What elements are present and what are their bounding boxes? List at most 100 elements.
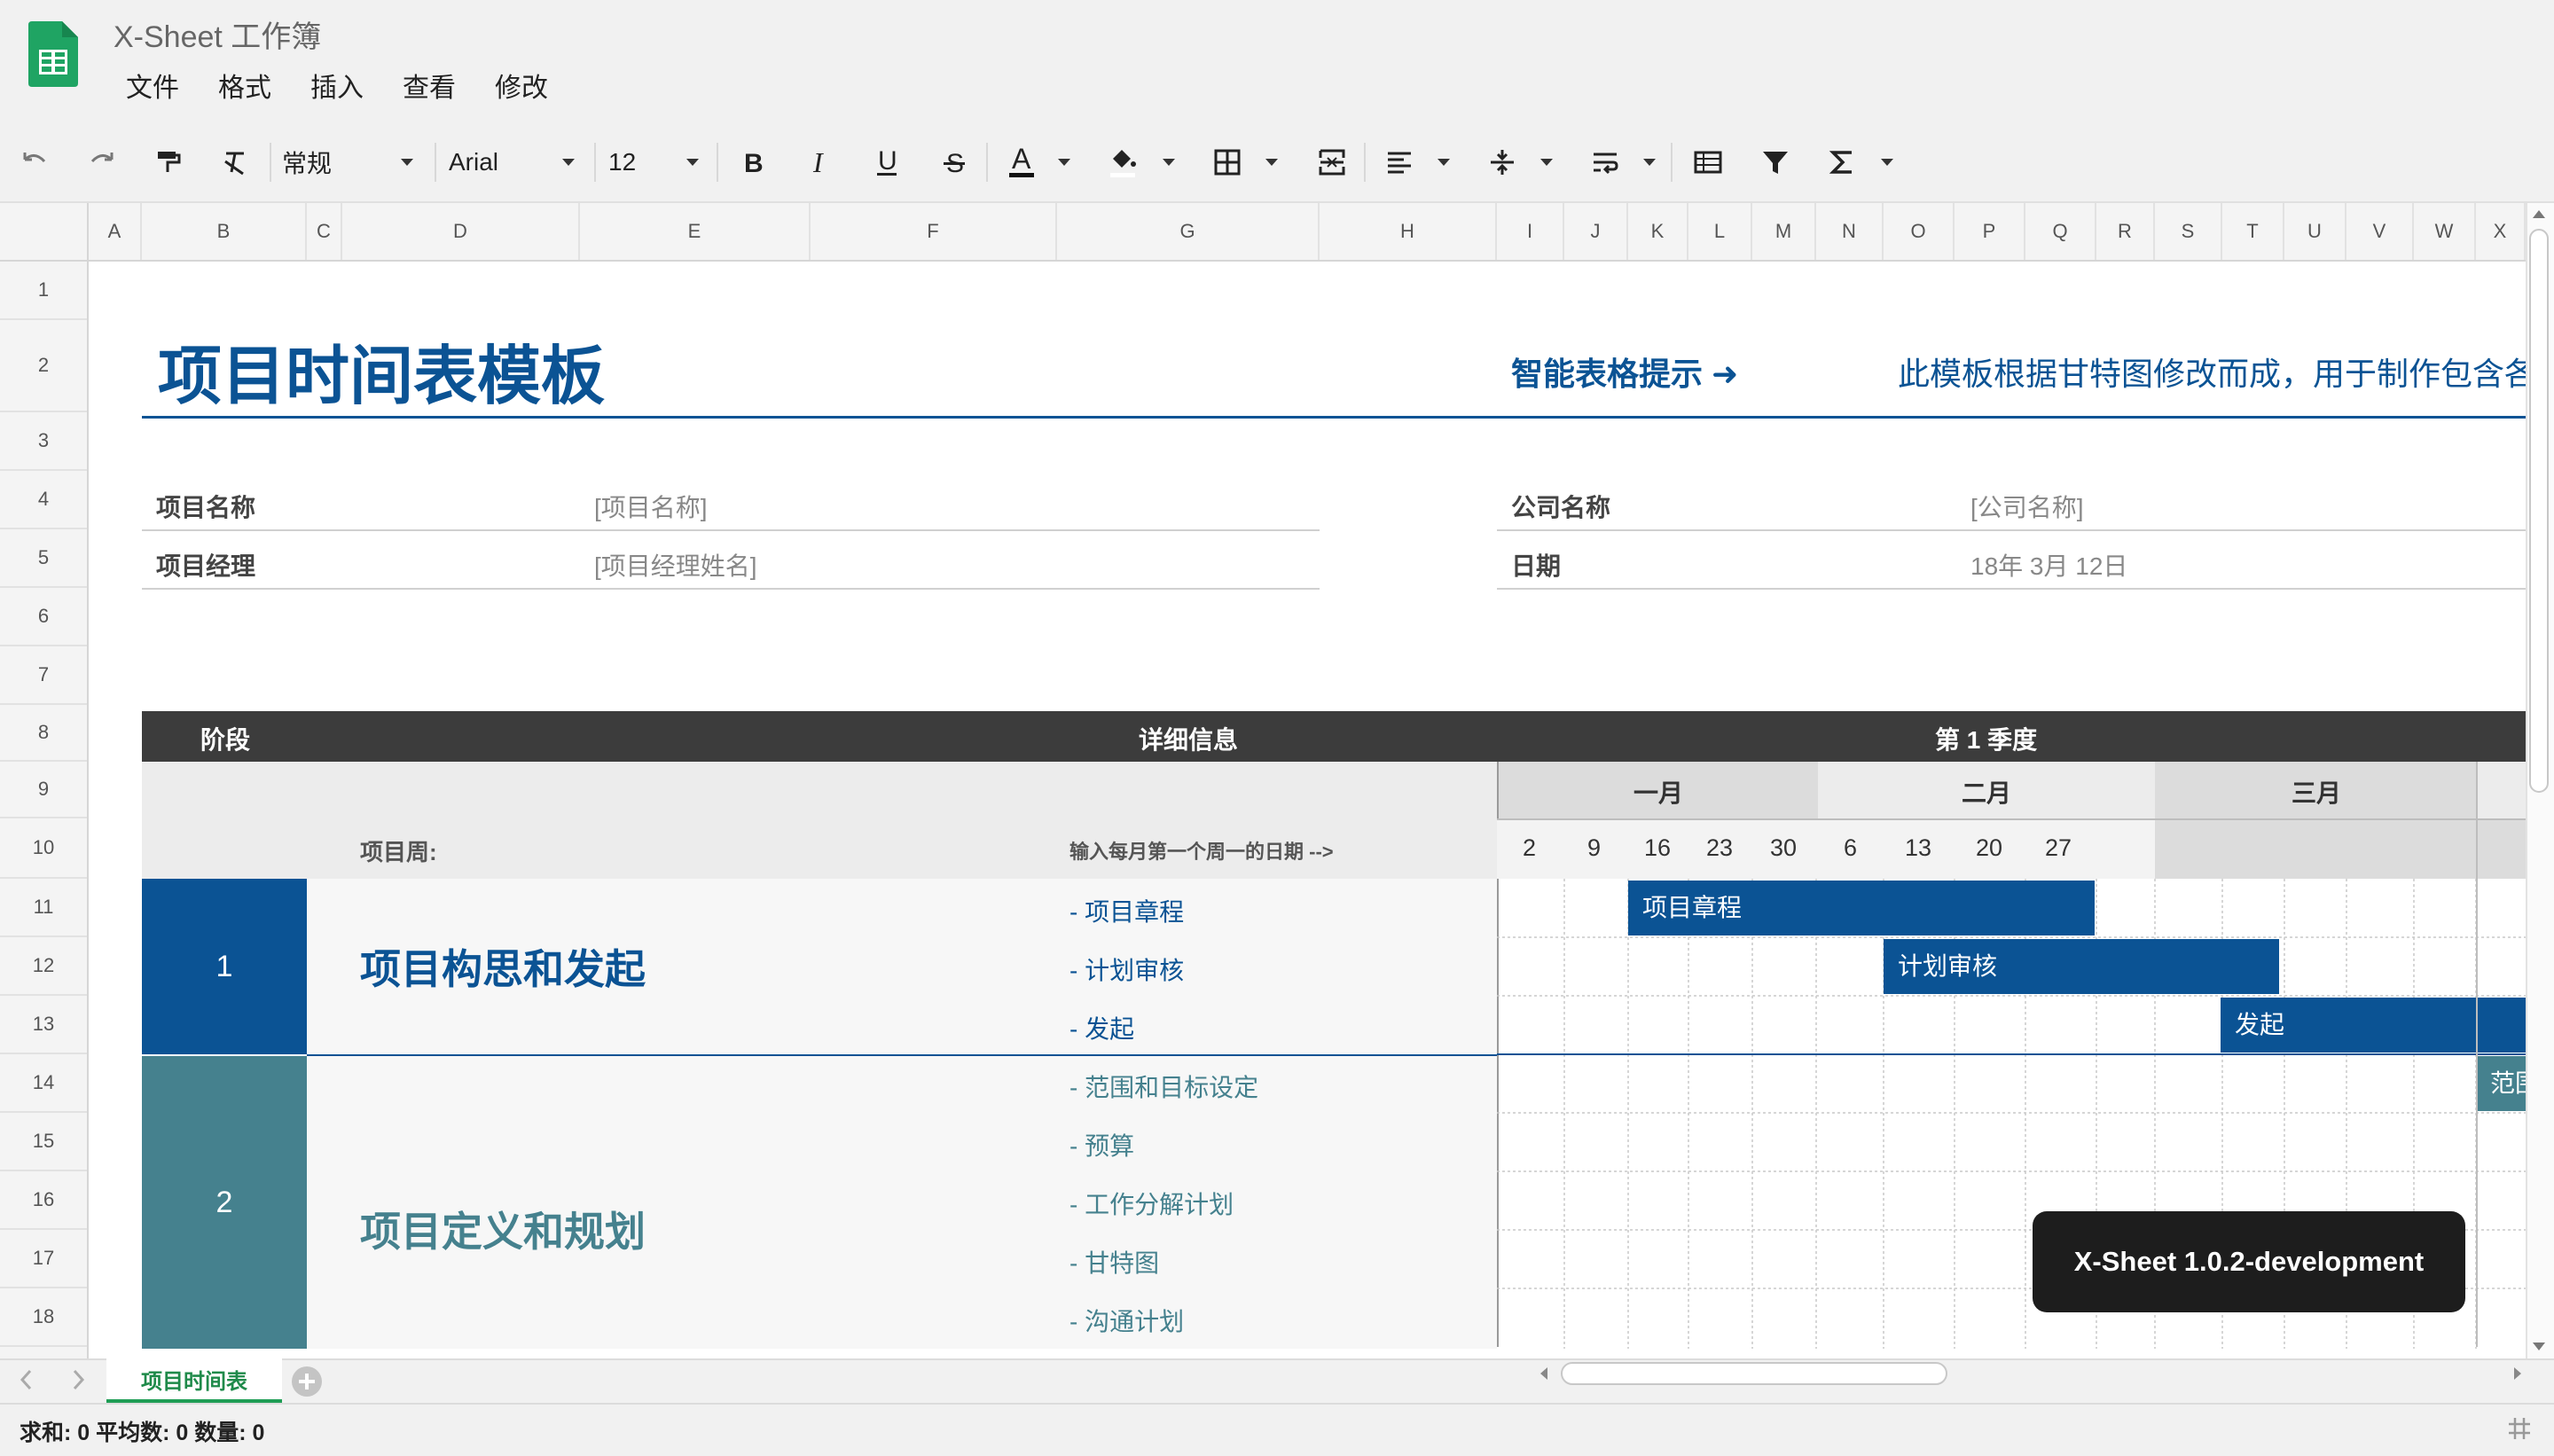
sum-icon[interactable] bbox=[1823, 121, 1862, 203]
underline-icon[interactable]: U bbox=[867, 121, 906, 203]
column-header[interactable]: H bbox=[1320, 203, 1497, 260]
menu-insert[interactable]: 插入 bbox=[291, 69, 383, 108]
grid-settings-icon[interactable] bbox=[2506, 1415, 2533, 1446]
row-header[interactable]: 7 bbox=[0, 646, 87, 705]
number-format-select[interactable]: 常规 bbox=[282, 121, 415, 203]
column-header[interactable]: Q bbox=[2025, 203, 2096, 260]
bold-icon[interactable]: B bbox=[733, 121, 772, 203]
column-header[interactable]: G bbox=[1057, 203, 1320, 260]
filter-icon[interactable] bbox=[1756, 121, 1795, 203]
column-header[interactable]: L bbox=[1688, 203, 1752, 260]
gantt-bar-charter[interactable]: 项目章程 bbox=[1628, 881, 2095, 935]
row-header[interactable]: 8 bbox=[0, 705, 87, 762]
text-wrap-icon[interactable] bbox=[1586, 121, 1625, 203]
menu-modify[interactable]: 修改 bbox=[475, 69, 568, 108]
column-header[interactable]: C bbox=[307, 203, 342, 260]
column-header[interactable]: B bbox=[142, 203, 307, 260]
row-header[interactable]: 2 bbox=[0, 320, 87, 412]
align-left-icon[interactable] bbox=[1380, 121, 1419, 203]
row-header[interactable]: 4 bbox=[0, 471, 87, 529]
row-header[interactable]: 13 bbox=[0, 996, 87, 1054]
menu-view[interactable]: 查看 bbox=[383, 69, 475, 108]
tab-next-icon[interactable] bbox=[69, 1367, 87, 1397]
clear-format-icon[interactable] bbox=[213, 121, 257, 203]
row-header[interactable]: 5 bbox=[0, 529, 87, 588]
chevron-down-icon bbox=[399, 157, 415, 168]
column-header[interactable]: K bbox=[1628, 203, 1688, 260]
row-header[interactable]: 14 bbox=[0, 1054, 87, 1113]
menu-file[interactable]: 文件 bbox=[106, 69, 199, 108]
text-color-icon[interactable]: A bbox=[1002, 121, 1041, 203]
row-header[interactable]: 10 bbox=[0, 818, 87, 879]
row-header[interactable]: 18 bbox=[0, 1288, 87, 1347]
manager-value[interactable]: [项目经理姓名] bbox=[594, 547, 757, 583]
column-header[interactable]: X bbox=[2476, 203, 2526, 260]
font-size-select[interactable]: 12 bbox=[608, 121, 701, 203]
chevron-down-icon[interactable] bbox=[1259, 121, 1284, 203]
column-header[interactable]: I bbox=[1497, 203, 1564, 260]
gantt-bar-initiation[interactable]: 发起 bbox=[2221, 998, 2526, 1053]
column-header[interactable]: S bbox=[2155, 203, 2222, 260]
horizontal-scroll-thumb[interactable] bbox=[1561, 1362, 1947, 1385]
fill-color-icon[interactable] bbox=[1103, 121, 1142, 203]
column-header[interactable]: D bbox=[342, 203, 580, 260]
row-header[interactable]: 3 bbox=[0, 412, 87, 471]
project-name-label: 项目名称 bbox=[156, 494, 256, 521]
column-header[interactable]: W bbox=[2414, 203, 2476, 260]
chevron-down-icon[interactable] bbox=[1052, 121, 1077, 203]
tab-prev-icon[interactable] bbox=[18, 1367, 35, 1397]
column-header[interactable]: O bbox=[1884, 203, 1955, 260]
add-sheet-icon[interactable] bbox=[291, 1366, 323, 1402]
column-header[interactable]: F bbox=[811, 203, 1057, 260]
column-header[interactable]: R bbox=[2096, 203, 2155, 260]
company-value[interactable]: [公司名称] bbox=[1970, 489, 2084, 524]
row-header[interactable]: 17 bbox=[0, 1230, 87, 1288]
scroll-down-icon[interactable] bbox=[2531, 1341, 2547, 1358]
column-header[interactable]: U bbox=[2284, 203, 2346, 260]
menu-format[interactable]: 格式 bbox=[199, 69, 291, 108]
company-label: 公司名称 bbox=[1511, 494, 1611, 521]
scroll-left-icon[interactable] bbox=[1538, 1366, 1550, 1386]
strikethrough-icon[interactable]: S bbox=[935, 121, 974, 203]
chevron-down-icon[interactable] bbox=[1637, 121, 1662, 203]
undo-icon[interactable] bbox=[12, 121, 57, 203]
merge-cells-icon[interactable] bbox=[1312, 121, 1351, 203]
sheet-tab-active[interactable]: 项目时间表 bbox=[106, 1358, 282, 1403]
vertical-align-icon[interactable] bbox=[1483, 121, 1522, 203]
borders-icon[interactable] bbox=[1208, 121, 1247, 203]
column-header[interactable]: J bbox=[1564, 203, 1628, 260]
row-header[interactable]: 9 bbox=[0, 762, 87, 818]
chevron-down-icon[interactable] bbox=[1534, 121, 1559, 203]
row-header[interactable]: 16 bbox=[0, 1171, 87, 1230]
chevron-down-icon[interactable] bbox=[1156, 121, 1181, 203]
column-header[interactable]: N bbox=[1816, 203, 1884, 260]
italic-icon[interactable]: I bbox=[800, 121, 839, 203]
row-header[interactable]: 11 bbox=[0, 879, 87, 937]
gantt-bar-scope[interactable]: 范围 bbox=[2476, 1056, 2526, 1111]
row-header[interactable]: 15 bbox=[0, 1113, 87, 1171]
column-header[interactable]: A bbox=[89, 203, 142, 260]
smart-tips-link[interactable]: 智能表格提示 ➜ bbox=[1511, 348, 1738, 395]
project-name-value[interactable]: [项目名称] bbox=[594, 489, 708, 524]
row-header[interactable]: 12 bbox=[0, 937, 87, 996]
chevron-down-icon[interactable] bbox=[1875, 121, 1900, 203]
scroll-right-icon[interactable] bbox=[2511, 1366, 2524, 1386]
select-all-corner[interactable] bbox=[0, 203, 89, 260]
sheet-grid[interactable]: 项目时间表模板 智能表格提示 ➜ 此模板根据甘特图修改而成，用于制作包含各 项目… bbox=[89, 262, 2526, 1358]
vertical-scroll-thumb[interactable] bbox=[2529, 229, 2549, 793]
paint-format-icon[interactable] bbox=[145, 121, 190, 203]
column-header[interactable]: T bbox=[2222, 203, 2284, 260]
column-header[interactable]: V bbox=[2346, 203, 2414, 260]
column-header[interactable]: P bbox=[1955, 203, 2025, 260]
freeze-icon[interactable] bbox=[1688, 121, 1727, 203]
column-header[interactable]: E bbox=[580, 203, 811, 260]
redo-icon[interactable] bbox=[80, 121, 124, 203]
chevron-down-icon[interactable] bbox=[1431, 121, 1456, 203]
column-header[interactable]: M bbox=[1752, 203, 1816, 260]
date-value[interactable]: 18年 3月 12日 bbox=[1970, 547, 2127, 583]
row-header[interactable]: 1 bbox=[0, 262, 87, 320]
font-family-select[interactable]: Arial bbox=[449, 121, 576, 203]
gantt-bar-review[interactable]: 计划审核 bbox=[1884, 939, 2279, 994]
row-header[interactable]: 6 bbox=[0, 588, 87, 646]
scroll-up-icon[interactable] bbox=[2531, 207, 2547, 224]
